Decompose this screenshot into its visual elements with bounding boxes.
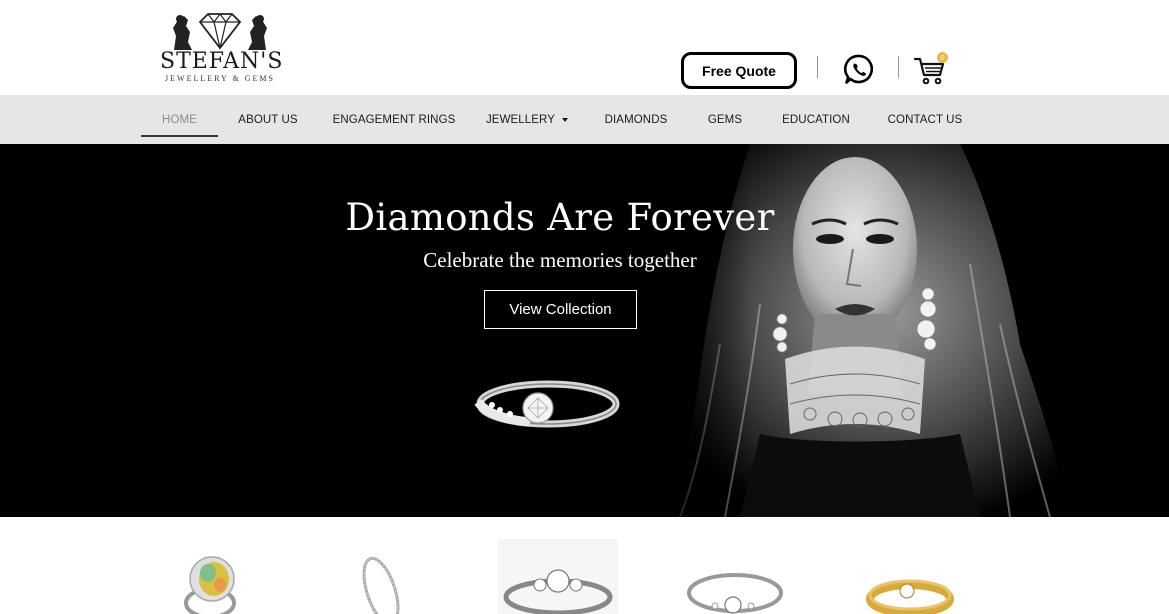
whatsapp-icon[interactable] bbox=[843, 53, 876, 86]
three-stone-ring-image[interactable] bbox=[498, 539, 618, 614]
hero-banner: Diamonds Are Forever Celebrate the memor… bbox=[0, 144, 1169, 517]
caret-down-icon bbox=[562, 117, 569, 122]
nav-active-indicator bbox=[141, 135, 218, 137]
brand-name: STEFAN'S bbox=[160, 49, 284, 74]
brand-logo[interactable]: STEFAN'S JEWELLERY & GEMS bbox=[160, 10, 284, 84]
nav-item-gems[interactable]: GEMS bbox=[700, 95, 750, 144]
header-divider bbox=[817, 56, 818, 78]
gold-ring-image[interactable] bbox=[865, 565, 955, 614]
cart-count-badge: 0 bbox=[937, 52, 948, 63]
view-collection-button[interactable]: View Collection bbox=[484, 290, 637, 329]
nav-item-jewellery-label: JEWELLERY bbox=[485, 113, 556, 126]
hero-subtitle: Celebrate the memories together bbox=[423, 248, 697, 272]
nav-item-engagement-rings[interactable]: ENGAGEMENT RINGS bbox=[328, 95, 460, 144]
nav-item-diamonds[interactable]: DIAMONDS bbox=[596, 95, 676, 144]
solitaire-ring-image[interactable] bbox=[685, 561, 785, 614]
nav-item-contact-us[interactable]: CONTACT US bbox=[882, 95, 968, 144]
nav-item-education[interactable]: EDUCATION bbox=[774, 95, 858, 144]
header-divider bbox=[898, 56, 899, 78]
site-header: STEFAN'S JEWELLERY & GEMS Free Quote 0 bbox=[0, 0, 1169, 95]
product-strip bbox=[0, 517, 1169, 614]
free-quote-button[interactable]: Free Quote bbox=[681, 52, 797, 89]
nav-item-jewellery[interactable]: JEWELLERY bbox=[482, 95, 572, 144]
diamond-ring-image bbox=[474, 380, 620, 428]
opal-ring-image[interactable] bbox=[170, 555, 250, 614]
brand-tagline: JEWELLERY & GEMS bbox=[165, 74, 275, 83]
eternity-band-image[interactable] bbox=[350, 553, 412, 614]
hero-title: Diamonds Are Forever bbox=[345, 196, 775, 239]
nav-item-about-us[interactable]: ABOUT US bbox=[230, 95, 306, 144]
logo-emblem-icon bbox=[173, 13, 267, 50]
